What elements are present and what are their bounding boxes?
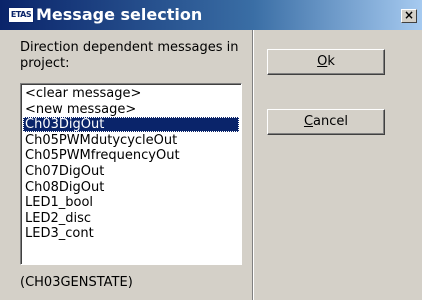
close-button[interactable]: ×: [401, 9, 417, 23]
dialog-title: Message selection: [36, 5, 203, 24]
message-list-item[interactable]: LED2_disc: [23, 211, 239, 226]
title-bar[interactable]: ETAS Message selection ×: [0, 0, 422, 30]
message-list-item[interactable]: Ch05PWMfrequencyOut: [23, 148, 239, 163]
message-selection-dialog: ETAS Message selection × Direction depen…: [0, 0, 422, 300]
direction-messages-label: Direction dependent messages in project:: [20, 40, 239, 71]
message-list-item[interactable]: Ch05PWMdutycycleOut: [23, 133, 239, 148]
cancel-button[interactable]: Cancel: [267, 109, 385, 135]
message-list-item[interactable]: <new message>: [23, 102, 239, 117]
message-list-item[interactable]: LED1_bool: [23, 195, 239, 210]
panel-divider: [252, 30, 254, 300]
message-list-item[interactable]: LED3_cont: [23, 226, 239, 241]
selected-message-signal-label: (CH03GENSTATE): [20, 275, 133, 290]
message-listbox[interactable]: <clear message> <new message> Ch03DigOut Ch…: [20, 83, 242, 265]
message-list-item[interactable]: <clear message>: [23, 86, 239, 101]
message-list-item[interactable]: Ch08DigOut: [23, 180, 239, 195]
etas-logo-icon: ETAS: [8, 7, 34, 23]
message-list-item[interactable]: Ch03DigOut: [23, 117, 239, 133]
message-list-item[interactable]: Ch07DigOut: [23, 164, 239, 179]
ok-button[interactable]: Ok: [267, 49, 385, 75]
